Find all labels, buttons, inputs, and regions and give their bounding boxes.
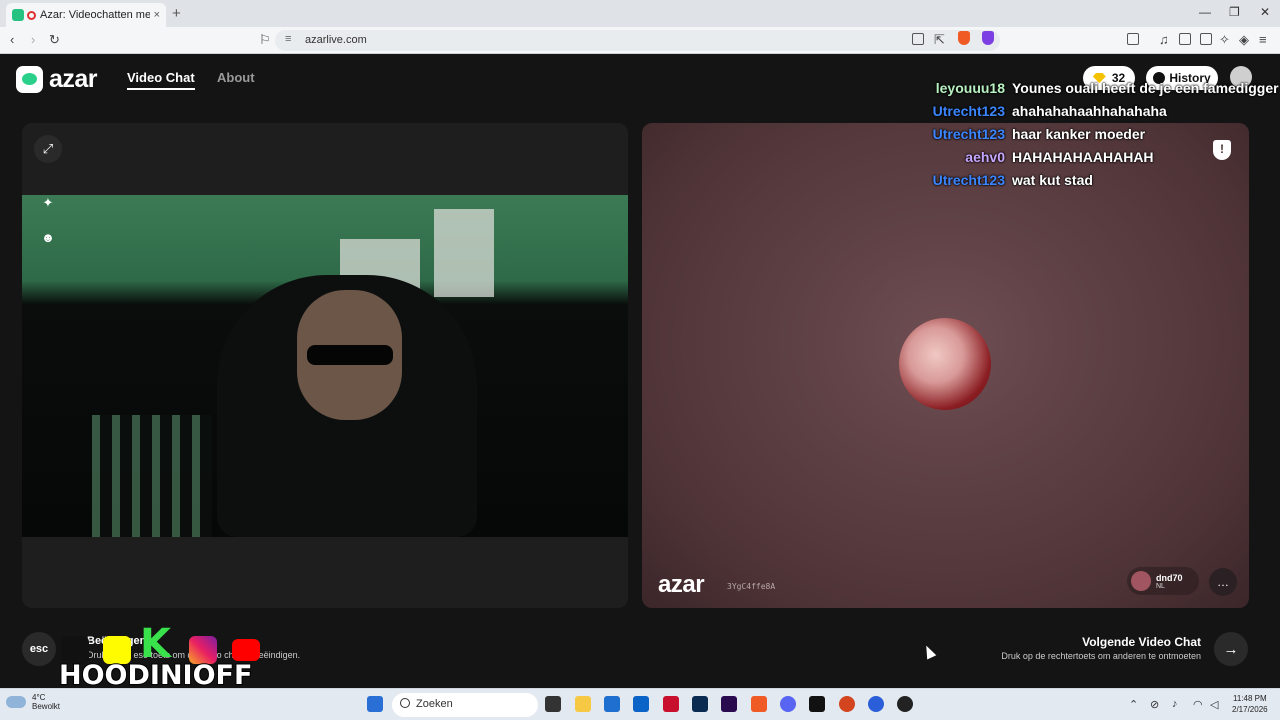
taskbar-search[interactable]: Zoeken <box>392 693 538 717</box>
chair <box>92 415 212 537</box>
partner-avatar <box>899 318 991 410</box>
kick-logo: K <box>140 621 171 667</box>
vpn-icon[interactable]: ◈ <box>1239 32 1249 48</box>
share-icon[interactable]: ⇱ <box>934 32 945 48</box>
tray-chevron-icon[interactable]: ⌃ <box>1129 698 1138 711</box>
partner-video-panel: azar 3YgC4ffe8A dnd70 NL … <box>642 123 1249 608</box>
url-text: azarlive.com <box>305 34 367 46</box>
outlook-icon[interactable] <box>633 696 649 712</box>
store-icon[interactable] <box>604 696 620 712</box>
history-label: History <box>1169 71 1211 85</box>
app-icon-blue[interactable] <box>868 696 884 712</box>
clock-time: 11:48 PM <box>1232 694 1267 703</box>
watermark-id: 3YgC4ffe8A <box>727 582 776 591</box>
report-shield-icon[interactable]: ! <box>1213 140 1231 160</box>
cast-icon[interactable] <box>912 33 924 45</box>
file-explorer-icon[interactable] <box>575 696 591 712</box>
brave-shield-icon[interactable] <box>958 31 970 45</box>
brave-rewards-icon[interactable] <box>982 31 994 45</box>
sidebar-toggle-icon[interactable] <box>1127 33 1139 45</box>
peer-name: dnd70 <box>1156 572 1183 583</box>
streamer-brand-name: HOODINIOFF <box>58 659 253 692</box>
clock-date: 2/17/2026 <box>1232 705 1268 714</box>
premiere-icon[interactable] <box>721 696 737 712</box>
profile-avatar[interactable] <box>1230 66 1252 88</box>
capcut-icon[interactable] <box>809 696 825 712</box>
azar-logo-text: azar <box>49 65 98 93</box>
history-button[interactable]: History <box>1146 66 1218 90</box>
leo-ai-icon[interactable]: ✧ <box>1219 32 1230 48</box>
nav-about[interactable]: About <box>217 70 255 85</box>
obs-icon[interactable] <box>897 696 913 712</box>
taskbar-clock[interactable]: 11:48 PM 2/17/2026 <box>1232 693 1268 715</box>
brave-taskbar-icon[interactable] <box>751 696 767 712</box>
peer-country: NL <box>1156 582 1165 590</box>
new-tab-button[interactable]: + <box>172 5 181 22</box>
discord-icon[interactable] <box>780 696 796 712</box>
peer-avatar <box>1131 571 1151 591</box>
azar-favicon-icon <box>12 9 24 21</box>
esc-button[interactable]: esc <box>22 632 56 666</box>
azar-app: azar Video Chat About 32 History ⤢ ✦ ☻ a… <box>0 54 1280 688</box>
media-icon[interactable]: ♫ <box>1159 32 1169 47</box>
clock-icon <box>1153 72 1166 84</box>
magic-wand-icon[interactable]: ✦ <box>34 189 62 217</box>
gems-count: 32 <box>1111 71 1126 85</box>
search-icon <box>400 698 410 708</box>
azar-watermark: azar <box>658 571 705 598</box>
peer-profile-chip[interactable]: dnd70 NL <box>1127 567 1199 595</box>
expand-icon[interactable]: ⤢ <box>34 135 62 163</box>
cloud-icon <box>6 696 26 708</box>
forward-icon[interactable]: › <box>31 32 35 47</box>
next-arrow-button[interactable]: → <box>1214 632 1248 666</box>
nav-video-chat[interactable]: Video Chat <box>127 70 195 90</box>
tray-volume-icon[interactable]: ◁ <box>1210 698 1218 711</box>
windows-taskbar: 4°C Bewolkt Zoeken ⌃ ⊘ ♪ ◠ ◁ 11:48 PM 2/… <box>0 688 1280 720</box>
close-window-button[interactable]: ✕ <box>1260 5 1270 19</box>
bookmark-icon[interactable]: ⚐ <box>259 32 271 48</box>
menu-icon[interactable]: ≡ <box>1259 32 1267 47</box>
self-camera-feed <box>22 195 628 537</box>
minimize-button[interactable]: — <box>1199 5 1211 19</box>
recording-indicator-icon <box>27 10 36 20</box>
start-icon[interactable] <box>367 696 383 712</box>
gem-icon <box>1092 73 1106 83</box>
weather-condition: Bewolkt <box>32 702 61 711</box>
azar-logo[interactable]: azar <box>16 65 98 94</box>
tab-title: Azar: Videochatten met nieu <box>40 9 150 21</box>
photoshop-icon[interactable] <box>692 696 708 712</box>
tray-mic-icon[interactable]: ♪ <box>1172 698 1178 710</box>
back-icon[interactable]: ‹ <box>10 32 14 47</box>
app-icon-orange[interactable] <box>839 696 855 712</box>
chat-bubble-icon[interactable]: … <box>1209 568 1237 596</box>
acrobat-icon[interactable] <box>663 696 679 712</box>
task-view-icon[interactable] <box>545 696 561 712</box>
tray-wifi-icon[interactable]: ◠ <box>1193 698 1203 711</box>
maximize-button[interactable]: ❐ <box>1229 5 1240 19</box>
youtube-icon <box>232 639 260 661</box>
self-video-panel: ⤢ ✦ ☻ <box>22 123 628 608</box>
tab-close-icon[interactable]: × <box>154 9 160 21</box>
sunglasses <box>307 345 393 365</box>
search-placeholder: Zoeken <box>416 698 453 710</box>
reader-icon[interactable] <box>1179 33 1191 45</box>
next-chat-title: Volgende Video Chat <box>1082 635 1201 649</box>
weather-widget[interactable]: 4°C Bewolkt <box>6 693 60 711</box>
azar-logo-icon <box>16 66 43 93</box>
reload-icon[interactable]: ↻ <box>49 32 60 48</box>
emoji-icon[interactable]: ☻ <box>34 223 62 251</box>
no-fart-zone-sign <box>434 209 494 297</box>
browser-tab-azar[interactable]: Azar: Videochatten met nieu × <box>6 3 166 27</box>
wallet-icon[interactable] <box>1200 33 1212 45</box>
site-settings-icon[interactable]: ≡ <box>285 33 291 45</box>
tray-network-off-icon[interactable]: ⊘ <box>1150 698 1159 711</box>
gems-balance-button[interactable]: 32 <box>1083 66 1135 90</box>
address-bar-row: ‹ › ↻ ⚐ ≡ azarlive.com ⇱ ♫ ✧ ◈ ≡ <box>0 27 1280 54</box>
url-field[interactable]: ≡ azarlive.com <box>275 30 1000 51</box>
browser-tab-bar: Azar: Videochatten met nieu × + — ❐ ✕ <box>0 0 1280 27</box>
next-chat-subtitle: Druk op de rechtertoets om anderen te on… <box>1001 651 1201 661</box>
weather-temp: 4°C <box>32 693 46 702</box>
